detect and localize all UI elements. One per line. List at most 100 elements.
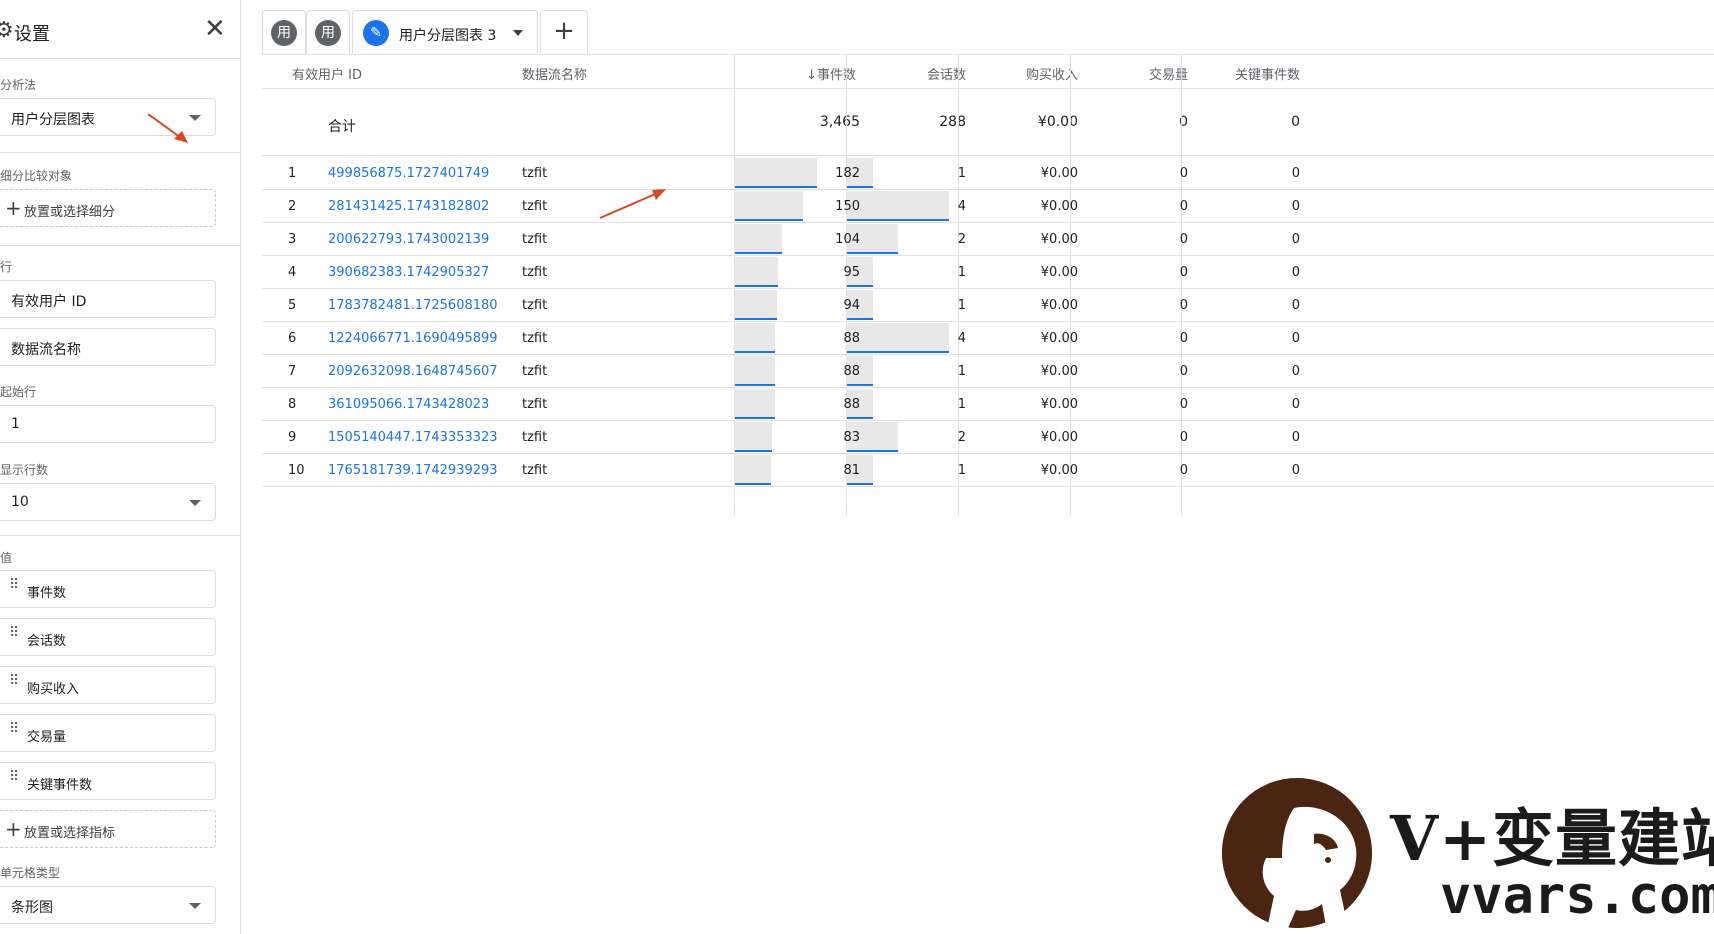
transactions-value: 0 bbox=[1179, 298, 1188, 313]
sessions-value: 4 bbox=[957, 199, 966, 214]
table-row: 7 2092632098.1648745607 tzfit 88 1 ¥0.00 0 0 bbox=[262, 354, 1714, 387]
drag-handle-icon[interactable]: ⠿ bbox=[9, 626, 19, 640]
events-bar-line bbox=[735, 318, 777, 320]
revenue-value: ¥0.00 bbox=[1040, 298, 1078, 313]
row-number: 5 bbox=[288, 298, 297, 313]
drag-handle-icon[interactable]: ⠿ bbox=[9, 770, 19, 784]
row-number: 4 bbox=[288, 265, 297, 280]
key-events-value: 0 bbox=[1291, 430, 1300, 445]
annotation-arrow bbox=[147, 113, 188, 143]
events-bar-line bbox=[735, 483, 771, 485]
metric-field[interactable]: ⠿ 事件数 bbox=[0, 570, 216, 608]
total-label: 合计 bbox=[328, 119, 356, 135]
tab-icon: 用 bbox=[271, 20, 297, 46]
header-events[interactable]: ↓事件数 bbox=[776, 64, 856, 83]
cell-type-select[interactable]: 条形图 bbox=[0, 886, 216, 924]
segment-add-dropzone[interactable]: + 放置或选择细分 bbox=[0, 189, 216, 227]
transactions-value: 0 bbox=[1179, 364, 1188, 379]
header-stream-name[interactable]: 数据流名称 bbox=[522, 64, 587, 83]
events-value: 150 bbox=[835, 199, 860, 214]
user-id-link[interactable]: 1783782481.1725608180 bbox=[328, 298, 498, 313]
header-user-id[interactable]: 有效用户 ID bbox=[292, 64, 362, 83]
events-bar-line bbox=[735, 252, 782, 254]
settings-title: 设置 bbox=[14, 24, 50, 45]
tab[interactable]: 用 bbox=[306, 10, 350, 54]
row-dimension-field[interactable]: 有效用户 ID bbox=[0, 280, 216, 318]
transactions-value: 0 bbox=[1179, 430, 1188, 445]
settings-header: ⚙ 设置 ✕ bbox=[0, 0, 240, 59]
user-id-link[interactable]: 361095066.1743428023 bbox=[328, 397, 489, 412]
events-bar-line bbox=[735, 351, 775, 353]
gorilla-icon bbox=[1222, 778, 1372, 928]
cell-type-value: 条形图 bbox=[11, 900, 53, 916]
sort-down-icon: ↓ bbox=[806, 68, 817, 83]
start-row-label: 起始行 bbox=[0, 385, 37, 399]
user-id-link[interactable]: 390682383.1742905327 bbox=[328, 265, 489, 280]
key-events-value: 0 bbox=[1291, 364, 1300, 379]
sessions-bar-line bbox=[847, 186, 873, 188]
header-sessions[interactable]: 会话数 bbox=[902, 64, 966, 83]
revenue-value: ¥0.00 bbox=[1040, 232, 1078, 247]
metric-add-dropzone[interactable]: + 放置或选择指标 bbox=[0, 810, 216, 848]
sessions-value: 1 bbox=[957, 298, 966, 313]
table-row: 8 361095066.1743428023 tzfit 88 1 ¥0.00 0 0 bbox=[262, 387, 1714, 420]
sessions-bar-line bbox=[847, 417, 873, 419]
metric-value: 交易量 bbox=[27, 730, 67, 745]
close-icon[interactable]: ✕ bbox=[204, 14, 226, 44]
table-row: 6 1224066771.1690495899 tzfit 88 4 ¥0.00 0 0 bbox=[262, 321, 1714, 354]
metric-field[interactable]: ⠿ 购买收入 bbox=[0, 666, 216, 704]
row-dimension-value: 数据流名称 bbox=[11, 342, 81, 358]
user-id-link[interactable]: 499856875.1727401749 bbox=[328, 166, 489, 181]
sessions-value: 2 bbox=[957, 430, 966, 445]
metric-field[interactable]: ⠿ 关键事件数 bbox=[0, 762, 216, 800]
sessions-value: 1 bbox=[957, 265, 966, 280]
transactions-value: 0 bbox=[1179, 331, 1188, 346]
revenue-value: ¥0.00 bbox=[1040, 397, 1078, 412]
cell-type-label: 单元格类型 bbox=[0, 866, 61, 880]
events-value: 182 bbox=[835, 166, 860, 181]
metric-value: 关键事件数 bbox=[27, 778, 93, 793]
row-number: 9 bbox=[288, 430, 297, 445]
revenue-value: ¥0.00 bbox=[1040, 265, 1078, 280]
drag-handle-icon[interactable]: ⠿ bbox=[9, 578, 19, 592]
row-dimension-field[interactable]: 数据流名称 bbox=[0, 328, 216, 366]
events-bar bbox=[735, 323, 775, 352]
sessions-value: 1 bbox=[957, 397, 966, 412]
events-value: 88 bbox=[843, 364, 860, 379]
events-bar-line bbox=[735, 186, 817, 188]
add-tab-button[interactable]: + bbox=[540, 10, 588, 54]
key-events-value: 0 bbox=[1291, 232, 1300, 247]
drag-handle-icon[interactable]: ⠿ bbox=[9, 674, 19, 688]
user-id-link[interactable]: 2092632098.1648745607 bbox=[328, 364, 498, 379]
header-revenue[interactable]: 购买收入 bbox=[1002, 64, 1078, 83]
key-events-value: 0 bbox=[1291, 397, 1300, 412]
start-row-input[interactable]: 1 bbox=[0, 405, 216, 443]
transactions-value: 0 bbox=[1179, 232, 1188, 247]
key-events-value: 0 bbox=[1291, 166, 1300, 181]
segment-compare-label: 细分比较对象 bbox=[0, 169, 73, 183]
user-id-link[interactable]: 1765181739.1742939293 bbox=[328, 463, 498, 478]
gear-icon: ⚙ bbox=[0, 18, 14, 43]
user-id-link[interactable]: 200622793.1743002139 bbox=[328, 232, 489, 247]
revenue-value: ¥0.00 bbox=[1040, 430, 1078, 445]
events-bar bbox=[735, 389, 775, 418]
metric-field[interactable]: ⠿ 会话数 bbox=[0, 618, 216, 656]
header-transactions[interactable]: 交易量 bbox=[1122, 64, 1188, 83]
events-bar bbox=[735, 422, 772, 451]
tab-active[interactable]: ✎ 用户分层图表 3 bbox=[352, 10, 538, 54]
values-label: 值 bbox=[0, 551, 13, 565]
user-id-link[interactable]: 281431425.1743182802 bbox=[328, 199, 489, 214]
events-value: 88 bbox=[843, 397, 860, 412]
tab-label: 用户分层图表 3 bbox=[399, 28, 497, 44]
user-id-link[interactable]: 1505140447.1743353323 bbox=[328, 430, 498, 445]
header-key-events[interactable]: 关键事件数 bbox=[1204, 64, 1300, 83]
user-id-link[interactable]: 1224066771.1690495899 bbox=[328, 331, 498, 346]
chevron-down-icon[interactable] bbox=[513, 30, 523, 36]
metric-value: 会话数 bbox=[27, 634, 67, 649]
metric-field[interactable]: ⠿ 交易量 bbox=[0, 714, 216, 752]
show-rows-select[interactable]: 10 bbox=[0, 483, 216, 521]
row-number: 3 bbox=[288, 232, 297, 247]
drag-handle-icon[interactable]: ⠿ bbox=[9, 722, 19, 736]
tab[interactable]: 用 bbox=[262, 10, 306, 54]
table-row: 3 200622793.1743002139 tzfit 104 2 ¥0.00 0 0 bbox=[262, 222, 1714, 255]
